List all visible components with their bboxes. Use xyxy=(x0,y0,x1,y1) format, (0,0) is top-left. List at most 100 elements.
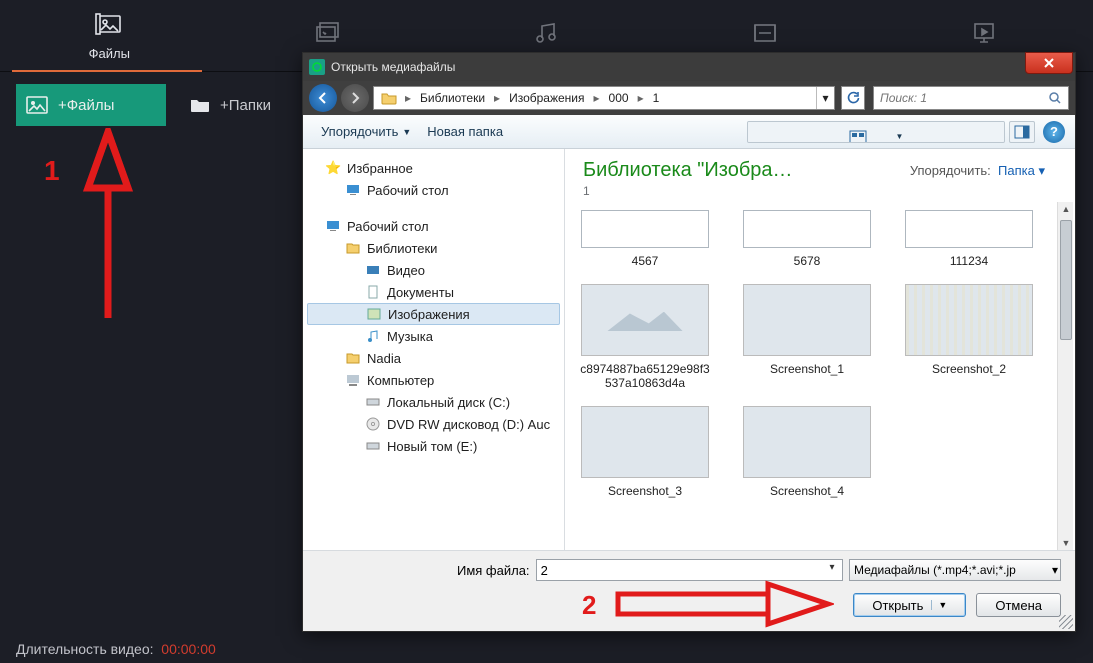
refresh-button[interactable] xyxy=(841,86,865,110)
file-item[interactable]: 5678 xyxy=(739,210,875,268)
breadcrumb-segment[interactable]: 1 xyxy=(647,87,666,109)
scrollbar[interactable]: ▲ ▼ xyxy=(1057,202,1073,550)
tree-dvd[interactable]: DVD RW дисковод (D:) Auc xyxy=(307,413,560,435)
disk-icon xyxy=(365,394,381,410)
transitions-icon xyxy=(751,20,779,51)
breadcrumb[interactable]: ▸ Библиотеки ▸ Изображения ▸ 000 ▸ 1 ▾ xyxy=(373,86,835,110)
music-icon xyxy=(365,328,381,344)
file-grid: 4567 5678 111234 c8974887ba65129e98f3537a10… xyxy=(565,202,1075,550)
refresh-icon xyxy=(846,91,860,105)
chevron-down-icon: ▼ xyxy=(402,127,411,137)
tree-music[interactable]: Музыка xyxy=(307,325,560,347)
organize-button[interactable]: Упорядочить ▼ xyxy=(313,120,419,143)
chevron-down-icon: ▼ xyxy=(896,132,904,141)
tree-favorites[interactable]: ⭐Избранное xyxy=(307,157,560,179)
slideshow-icon xyxy=(970,20,998,51)
thumbnails-icon xyxy=(849,130,867,143)
view-mode-button[interactable]: ▼ xyxy=(747,121,1005,143)
search-icon xyxy=(1048,91,1062,105)
breadcrumb-segment[interactable]: Изображения xyxy=(503,87,590,109)
filename-input[interactable]: 2 ▾ xyxy=(536,559,843,581)
user-folder-icon xyxy=(345,350,361,366)
file-item[interactable]: Screenshot_2 xyxy=(901,284,1037,390)
chevron-right-icon: ▸ xyxy=(402,91,414,105)
nav-forward-button[interactable] xyxy=(341,84,369,112)
tab-files[interactable]: Файлы xyxy=(0,0,219,71)
tree-pictures[interactable]: Изображения xyxy=(307,303,560,325)
open-button[interactable]: Открыть ▼ xyxy=(853,593,966,617)
file-thumbnail xyxy=(581,406,709,478)
file-item[interactable]: 111234 xyxy=(901,210,1037,268)
resize-grip[interactable] xyxy=(1059,615,1073,629)
annotation-arrow-1 xyxy=(78,128,138,318)
documents-icon xyxy=(365,284,381,300)
tree-desktop[interactable]: Рабочий стол xyxy=(307,215,560,237)
chevron-right-icon: ▸ xyxy=(491,91,503,105)
tree-voltom[interactable]: Новый том (E:) xyxy=(307,435,560,457)
file-thumbnail xyxy=(581,284,709,356)
file-item[interactable]: Screenshot_1 xyxy=(739,284,875,390)
search-input[interactable] xyxy=(880,91,1048,105)
tab-files-label: Файлы xyxy=(89,46,130,61)
nav-tree: ⭐Избранное Рабочий стол Рабочий стол Биб… xyxy=(303,149,565,550)
file-item[interactable]: Screenshot_3 xyxy=(577,406,713,498)
chevron-down-icon: ▾ xyxy=(1052,563,1058,577)
preview-pane-button[interactable] xyxy=(1009,121,1035,143)
filename-label: Имя файла: xyxy=(457,563,530,578)
open-file-dialog: Открыть медиафайлы ▸ Библиотеки ▸ Изобра… xyxy=(302,52,1076,632)
tree-nadia[interactable]: Nadia xyxy=(307,347,560,369)
tree-localdisk[interactable]: Локальный диск (C:) xyxy=(307,391,560,413)
scroll-up-icon[interactable]: ▲ xyxy=(1061,204,1071,214)
arrow-left-icon xyxy=(316,91,330,105)
file-item[interactable]: Screenshot_4 xyxy=(739,406,875,498)
duration-label: Длительность видео: xyxy=(16,641,154,657)
filetype-filter[interactable]: Медиафайлы (*.mp4;*.avi;*.jp ▾ xyxy=(849,559,1061,581)
status-bar: Длительность видео: 00:00:00 xyxy=(0,635,232,663)
tree-documents[interactable]: Документы xyxy=(307,281,560,303)
file-name: Screenshot_4 xyxy=(739,484,875,498)
files-icon xyxy=(95,11,123,42)
nav-back-button[interactable] xyxy=(309,84,337,112)
pictures-icon xyxy=(366,306,382,322)
close-button[interactable] xyxy=(1025,52,1073,74)
add-folders-button[interactable]: +Папки xyxy=(180,84,281,126)
chevron-down-icon[interactable]: ▾ xyxy=(824,562,840,578)
photos-icon xyxy=(314,20,342,51)
tree-video[interactable]: Видео xyxy=(307,259,560,281)
arrow-right-icon xyxy=(348,91,362,105)
cancel-button[interactable]: Отмена xyxy=(976,593,1061,617)
tree-libraries[interactable]: Библиотеки xyxy=(307,237,560,259)
dialog-titlebar[interactable]: Открыть медиафайлы xyxy=(303,53,1075,81)
open-split-icon[interactable]: ▼ xyxy=(931,600,947,610)
help-button[interactable]: ? xyxy=(1043,121,1065,143)
file-item[interactable]: 4567 xyxy=(577,210,713,268)
file-item[interactable]: c8974887ba65129e98f3537a10863d4a xyxy=(577,284,713,390)
file-name: Screenshot_2 xyxy=(901,362,1037,376)
add-files-button[interactable]: +Файлы xyxy=(16,84,166,126)
breadcrumb-dropdown[interactable]: ▾ xyxy=(816,87,834,109)
file-name: 4567 xyxy=(577,254,713,268)
file-thumbnail xyxy=(905,210,1033,248)
file-thumbnail xyxy=(743,284,871,356)
file-name: Screenshot_3 xyxy=(577,484,713,498)
dvd-icon xyxy=(365,416,381,432)
chevron-right-icon: ▸ xyxy=(591,91,603,105)
arrange-by: Упорядочить: Папка ▾ xyxy=(910,163,1045,179)
folder-icon xyxy=(190,97,210,113)
scrollbar-thumb[interactable] xyxy=(1060,220,1072,340)
tree-computer[interactable]: Компьютер xyxy=(307,369,560,391)
dialog-title: Открыть медиафайлы xyxy=(331,60,455,74)
desktop-icon xyxy=(325,218,341,234)
library-subtitle: 1 xyxy=(583,184,1057,198)
scroll-down-icon[interactable]: ▼ xyxy=(1061,538,1071,548)
search-box[interactable] xyxy=(873,86,1069,110)
disk-icon xyxy=(365,438,381,454)
breadcrumb-segment[interactable]: Библиотеки xyxy=(414,87,491,109)
breadcrumb-segment[interactable]: 000 xyxy=(603,87,635,109)
new-folder-button[interactable]: Новая папка xyxy=(419,120,511,143)
filename-value: 2 xyxy=(541,563,548,578)
arrange-dropdown[interactable]: Папка ▾ xyxy=(998,163,1045,178)
tree-fav-desktop[interactable]: Рабочий стол xyxy=(307,179,560,201)
pane-icon xyxy=(1014,125,1030,139)
file-thumbnail xyxy=(743,406,871,478)
